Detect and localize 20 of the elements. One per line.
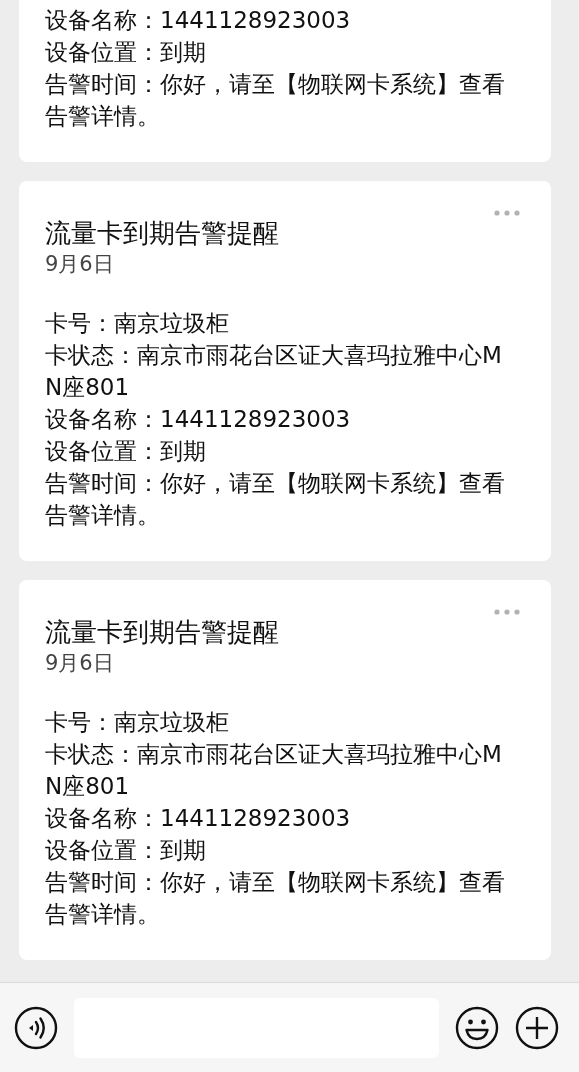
message-line: 设备位置：到期 bbox=[45, 836, 207, 865]
message-line: 告警时间：你好，请至【物联网卡系统】查看告警详情。 bbox=[45, 70, 506, 131]
message-line: 设备位置：到期 bbox=[45, 38, 207, 67]
message-line: 设备名称：1441128923003 bbox=[45, 6, 352, 35]
message-line: 卡号：南京垃圾柜 bbox=[45, 309, 230, 338]
plus-icon[interactable] bbox=[515, 1005, 559, 1050]
smiley-icon[interactable] bbox=[455, 1005, 499, 1050]
message-line: 告警时间：你好，请至【物联网卡系统】查看告警详情。 bbox=[45, 868, 506, 929]
message-line: 告警时间：你好，请至【物联网卡系统】查看告警详情。 bbox=[45, 469, 506, 530]
message-line: 设备位置：到期 bbox=[45, 437, 207, 466]
message-line: 卡号：南京垃圾柜 bbox=[45, 708, 230, 737]
message-title: 流量卡到期告警提醒 bbox=[45, 616, 279, 648]
message-title: 流量卡到期告警提醒 bbox=[45, 217, 279, 249]
message-line: 卡状态：南京市雨花台区证大喜玛拉雅中心MN座801 bbox=[45, 740, 503, 801]
message-date: 9月6日 bbox=[45, 251, 115, 278]
message-line: 设备名称：1441128923003 bbox=[45, 804, 352, 833]
message-line: 卡状态：南京市雨花台区证大喜玛拉雅中心MN座801 bbox=[45, 341, 503, 402]
message-date: 9月6日 bbox=[45, 650, 115, 677]
voice-icon[interactable] bbox=[14, 1005, 58, 1050]
message-line: 设备名称：1441128923003 bbox=[45, 405, 352, 434]
